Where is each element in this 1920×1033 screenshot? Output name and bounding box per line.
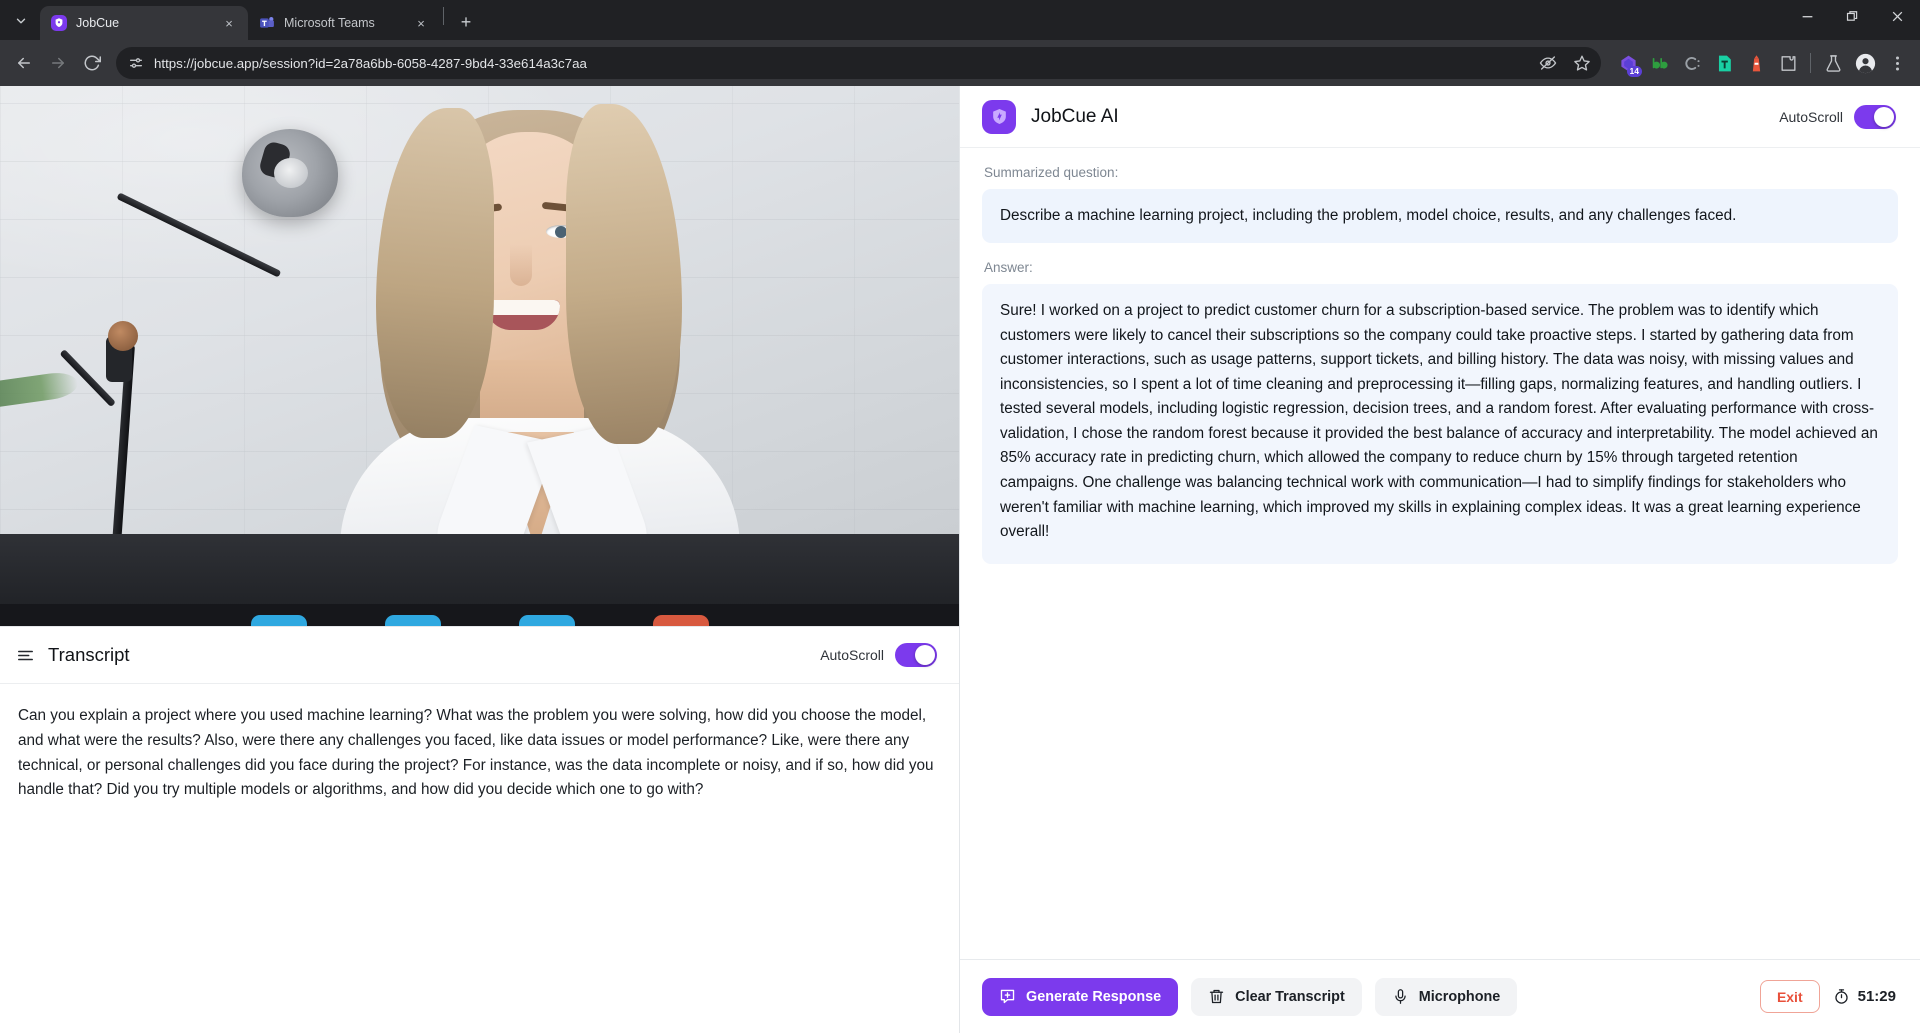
c-extension-icon[interactable] xyxy=(1677,48,1707,78)
answer-text: Sure! I worked on a project to predict c… xyxy=(982,284,1898,564)
transcript-header: Transcript AutoScroll xyxy=(0,627,959,684)
lamp-bulb xyxy=(274,158,308,188)
toggle-knob xyxy=(915,645,935,665)
clear-transcript-button[interactable]: Clear Transcript xyxy=(1191,977,1362,1016)
minimize-button[interactable] xyxy=(1785,0,1830,32)
assistant-header: JobCue AI AutoScroll xyxy=(960,86,1920,148)
tab-strip: JobCue × Microsoft Teams × + xyxy=(0,0,1920,40)
reload-icon xyxy=(84,55,101,71)
mic-control[interactable] xyxy=(384,615,441,626)
transcript-autoscroll-label: AutoScroll xyxy=(820,647,884,663)
tab-title: JobCue xyxy=(76,16,120,30)
forward-arrow-icon xyxy=(52,57,64,69)
microphone-icon xyxy=(1392,988,1409,1005)
assistant-body: Summarized question: Describe a machine … xyxy=(960,148,1920,959)
hair-front-right xyxy=(566,104,682,444)
transcript-panel: Transcript AutoScroll Can you explain a … xyxy=(0,626,959,1033)
back-arrow-icon xyxy=(18,57,30,69)
tab-microsoft-teams[interactable]: Microsoft Teams × xyxy=(248,6,440,40)
hair-front-left xyxy=(376,108,494,438)
exit-button[interactable]: Exit xyxy=(1759,980,1820,1013)
tab-close-button[interactable]: × xyxy=(220,14,238,32)
window-controls xyxy=(1785,0,1920,40)
chrome-menu-icon[interactable] xyxy=(1882,48,1912,78)
teeth xyxy=(486,300,560,315)
chevron-down-icon xyxy=(16,18,26,24)
page-content: Transcript AutoScroll Can you explain a … xyxy=(0,86,1920,1033)
browser-window: JobCue × Microsoft Teams × + https://job… xyxy=(0,0,1920,1033)
extension-badge: 14 xyxy=(1626,66,1642,77)
restore-icon xyxy=(1846,10,1858,21)
back-button[interactable] xyxy=(8,47,40,79)
maximize-button[interactable] xyxy=(1830,0,1875,32)
bb-extension-icon[interactable] xyxy=(1645,48,1675,78)
assistant-footer: Generate Response Clear Transcript Micro… xyxy=(960,959,1920,1033)
trash-icon xyxy=(1208,988,1225,1005)
browser-toolbar: https://jobcue.app/session?id=2a78a6bb-6… xyxy=(0,40,1920,86)
assistant-autoscroll[interactable]: AutoScroll xyxy=(1779,104,1896,129)
hamburger-menu-icon[interactable] xyxy=(16,646,35,665)
lamp-joint xyxy=(108,321,138,351)
eye-slash-icon[interactable] xyxy=(1539,54,1557,72)
share-control[interactable] xyxy=(518,615,575,626)
clear-transcript-label: Clear Transcript xyxy=(1235,988,1345,1005)
forward-button[interactable] xyxy=(42,47,74,79)
tab-close-button[interactable]: × xyxy=(412,14,430,32)
profile-avatar-icon[interactable] xyxy=(1850,48,1880,78)
exit-label: Exit xyxy=(1776,988,1803,1005)
session-timer-value: 51:29 xyxy=(1857,988,1896,1005)
transcript-autoscroll[interactable]: AutoScroll xyxy=(820,643,937,667)
microphone-button[interactable]: Microphone xyxy=(1374,977,1518,1016)
tab-divider xyxy=(443,7,444,25)
transcript-title: Transcript xyxy=(48,644,130,665)
assistant-name: JobCue AI xyxy=(1031,105,1119,127)
microsoft-teams-icon xyxy=(259,15,275,31)
purple-extension-icon[interactable]: 14 xyxy=(1613,48,1643,78)
assistant-autoscroll-label: AutoScroll xyxy=(1779,108,1843,125)
summarized-question-text: Describe a machine learning project, inc… xyxy=(982,189,1898,244)
left-pane: Transcript AutoScroll Can you explain a … xyxy=(0,86,959,1033)
toolbar-divider xyxy=(1810,53,1811,73)
reload-button[interactable] xyxy=(76,47,108,79)
extension-icons: 14 xyxy=(1609,48,1912,78)
close-icon xyxy=(1892,11,1903,21)
session-timer: 51:29 xyxy=(1833,988,1896,1005)
new-tab-button[interactable]: + xyxy=(452,8,480,36)
address-bar[interactable]: https://jobcue.app/session?id=2a78a6bb-6… xyxy=(116,47,1601,79)
stopwatch-icon xyxy=(1833,988,1850,1005)
address-bar-url: https://jobcue.app/session?id=2a78a6bb-6… xyxy=(154,55,587,71)
interview-video-feed[interactable] xyxy=(0,86,959,626)
microphone-label: Microphone xyxy=(1418,988,1501,1005)
leave-control[interactable] xyxy=(652,615,709,626)
meeting-controls-bar xyxy=(0,604,959,626)
assistant-autoscroll-toggle[interactable] xyxy=(1854,104,1896,129)
minimize-icon xyxy=(1802,15,1813,17)
transcript-text: Can you explain a project where you used… xyxy=(18,707,934,799)
camera-control[interactable] xyxy=(250,615,307,626)
teal-document-extension-icon[interactable] xyxy=(1709,48,1739,78)
nose xyxy=(510,244,532,286)
puzzle-extensions-icon[interactable] xyxy=(1773,48,1803,78)
summarized-question-label: Summarized question: xyxy=(984,165,1119,180)
flask-labs-icon[interactable] xyxy=(1818,48,1848,78)
mouth xyxy=(486,300,560,330)
jobcue-shield-icon xyxy=(51,15,67,31)
transcript-body[interactable]: Can you explain a project where you used… xyxy=(0,684,959,1033)
answer-label: Answer: xyxy=(984,260,1033,276)
tab-title: Microsoft Teams xyxy=(284,16,375,30)
transcript-autoscroll-toggle[interactable] xyxy=(895,643,937,667)
toggle-knob xyxy=(1874,106,1894,127)
assistant-panel: JobCue AI AutoScroll Summarized question… xyxy=(959,86,1920,1033)
tab-search-button[interactable] xyxy=(6,6,36,36)
star-icon[interactable] xyxy=(1573,54,1591,72)
tab-jobcue[interactable]: JobCue × xyxy=(40,6,248,40)
site-settings-icon[interactable] xyxy=(128,55,144,71)
jobcue-sparkle-icon xyxy=(982,99,1016,134)
generate-response-label: Generate Response xyxy=(1026,988,1162,1005)
red-lighthouse-extension-icon[interactable] xyxy=(1741,48,1771,78)
message-plus-icon xyxy=(999,988,1016,1005)
close-window-button[interactable] xyxy=(1875,0,1920,32)
generate-response-button[interactable]: Generate Response xyxy=(982,977,1179,1016)
